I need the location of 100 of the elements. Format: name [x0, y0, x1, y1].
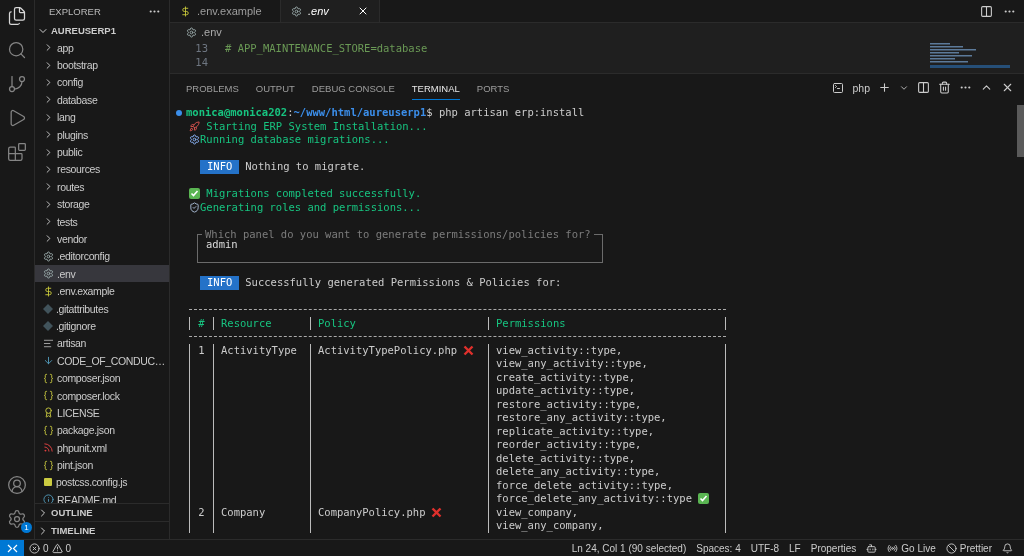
ribbon-icon — [43, 407, 54, 419]
file-tree-item[interactable]: phpunit.xml — [35, 439, 169, 457]
file-tree-item[interactable]: pint.json — [35, 456, 169, 474]
table-cell-text: Company — [220, 505, 266, 520]
table-cell-text: reorder_activity::type, — [495, 438, 642, 452]
plus-icon[interactable] — [878, 81, 891, 94]
file-tree-item[interactable]: composer.lock — [35, 386, 169, 405]
close-icon[interactable] — [357, 5, 369, 17]
file-tree-item[interactable]: .env — [35, 265, 169, 283]
account-icon[interactable] — [7, 475, 27, 495]
terminal-icon — [832, 81, 845, 94]
gear-icon — [189, 134, 200, 146]
table-cell: 1 — [198, 343, 205, 358]
status-dot — [176, 109, 182, 116]
shield-icon — [189, 201, 200, 213]
search-icon[interactable] — [7, 40, 27, 60]
prompt-label: Which panel do you want to generate permissions/policies for? — [204, 227, 592, 240]
panel-tab[interactable]: TERMINAL — [411, 75, 460, 100]
prettier-button[interactable]: Prettier — [940, 542, 997, 554]
table-cell-text: update_activity::type, — [495, 384, 636, 398]
diamond-icon — [43, 303, 53, 314]
file-tree-item[interactable]: postcss.config.js — [35, 473, 169, 492]
info-icon — [43, 494, 54, 503]
extensions-icon[interactable] — [7, 142, 27, 162]
notifications-icon[interactable] — [1002, 542, 1013, 554]
file-tree-item[interactable]: lang — [35, 108, 169, 126]
gear-icon — [43, 268, 54, 280]
file-tree-item[interactable]: CODE_OF_CONDUC… — [35, 352, 169, 370]
prompt-box[interactable]: Which panel do you want to generate permissions/policies for? admin — [197, 227, 603, 263]
code-comment: # APP_MAINTENANCE_STORE=database — [225, 42, 428, 54]
problems-button[interactable]: 0 0 — [24, 542, 77, 554]
table-cell-text: replicate_activity::type, — [495, 424, 655, 439]
file-tree-item[interactable]: .gitignore — [35, 317, 169, 335]
file-tree-item[interactable]: vendor — [35, 230, 169, 248]
table-cell-text: delete_activity::type, — [495, 451, 636, 466]
language-mode[interactable]: Properties — [805, 542, 862, 554]
table-cell-text: restore_any_activity::type, — [495, 411, 667, 425]
table-cell: force_delete_any_activity::type — [489, 492, 709, 506]
column-header: Permissions — [495, 316, 566, 331]
panel-tab[interactable]: PROBLEMS — [186, 75, 239, 100]
rocket-icon — [189, 120, 200, 132]
section-header[interactable]: OUTLINE — [35, 503, 169, 521]
check-icon — [189, 188, 200, 200]
settings-icon[interactable] — [7, 509, 27, 529]
breadcrumb[interactable]: .env — [201, 26, 222, 38]
table-cell: 2 — [198, 505, 205, 520]
file-tree-item[interactable]: storage — [35, 195, 169, 213]
indentation[interactable]: Spaces: 4 — [691, 542, 746, 554]
source-control-icon[interactable] — [7, 74, 27, 94]
encoding[interactable]: UTF-8 — [745, 542, 785, 554]
table-cell-text: view_any_activity::type, — [495, 357, 648, 371]
panel-tab[interactable]: OUTPUT — [255, 75, 295, 100]
close-icon[interactable] — [1001, 81, 1014, 94]
file-tree-item[interactable]: .gitattributes — [35, 299, 169, 318]
table-cell-text: delete_any_activity::type, — [495, 465, 661, 479]
file-tree-item[interactable]: bootstrap — [35, 56, 169, 74]
split-terminal-icon[interactable] — [917, 81, 930, 94]
file-tree-item[interactable]: routes — [35, 178, 169, 196]
panel-tab[interactable]: DEBUG CONSOLE — [311, 75, 395, 100]
diamond-icon — [43, 320, 53, 331]
scrollbar[interactable] — [1017, 105, 1024, 157]
file-tree-item[interactable]: README.md — [35, 491, 169, 503]
column-header: Policy — [317, 316, 356, 331]
go-live-button[interactable]: Go Live — [882, 542, 941, 554]
remote-button[interactable] — [0, 540, 24, 556]
file-tree-item[interactable]: public — [35, 143, 169, 161]
file-tree-item[interactable]: app — [35, 39, 169, 57]
panel-tab[interactable]: PORTS — [476, 75, 510, 100]
file-tree-item[interactable]: composer.json — [35, 369, 169, 387]
copilot-icon[interactable] — [866, 542, 878, 554]
terminal-name[interactable]: php — [852, 81, 870, 94]
file-tree-item[interactable]: resources — [35, 160, 169, 179]
workspace-folder[interactable]: AUREUSERP1 — [35, 22, 169, 39]
terminal-message: Running database migrations... — [200, 133, 390, 147]
editor-tab[interactable]: .env — [281, 0, 380, 22]
file-tree-item[interactable]: artisan — [35, 334, 169, 353]
js-file-icon — [43, 477, 53, 488]
terminal-message: Migrations completed successfully. — [205, 187, 422, 201]
file-tree-item[interactable]: database — [35, 91, 169, 109]
line-ending[interactable]: LF — [784, 542, 806, 554]
split-editor-icon[interactable] — [980, 4, 993, 18]
line-number: 13 — [194, 42, 209, 54]
table-cell-text: view_company, — [495, 505, 579, 520]
file-tree-item[interactable]: config — [35, 73, 169, 92]
line-number: 14 — [194, 56, 209, 68]
braces-icon — [43, 372, 54, 384]
file-tree-item[interactable]: plugins — [35, 125, 169, 144]
cursor-position[interactable]: Ln 24, Col 1 (90 selected) — [566, 542, 692, 554]
explorer-icon[interactable] — [7, 6, 27, 26]
info-badge: INFO — [200, 160, 240, 174]
warning-icon — [51, 542, 63, 554]
file-tree-item[interactable]: .editorconfig — [35, 247, 169, 266]
gear-icon — [43, 250, 54, 262]
file-tree-item[interactable]: package.json — [35, 421, 169, 439]
trash-icon[interactable] — [938, 81, 951, 94]
table-cell: ActivityTypePolicy.php — [311, 343, 475, 358]
dollar-icon — [180, 5, 191, 17]
file-tree-item[interactable]: .env.example — [35, 282, 169, 300]
file-tree-item[interactable]: LICENSE — [35, 404, 169, 422]
file-tree-item[interactable]: tests — [35, 212, 169, 231]
